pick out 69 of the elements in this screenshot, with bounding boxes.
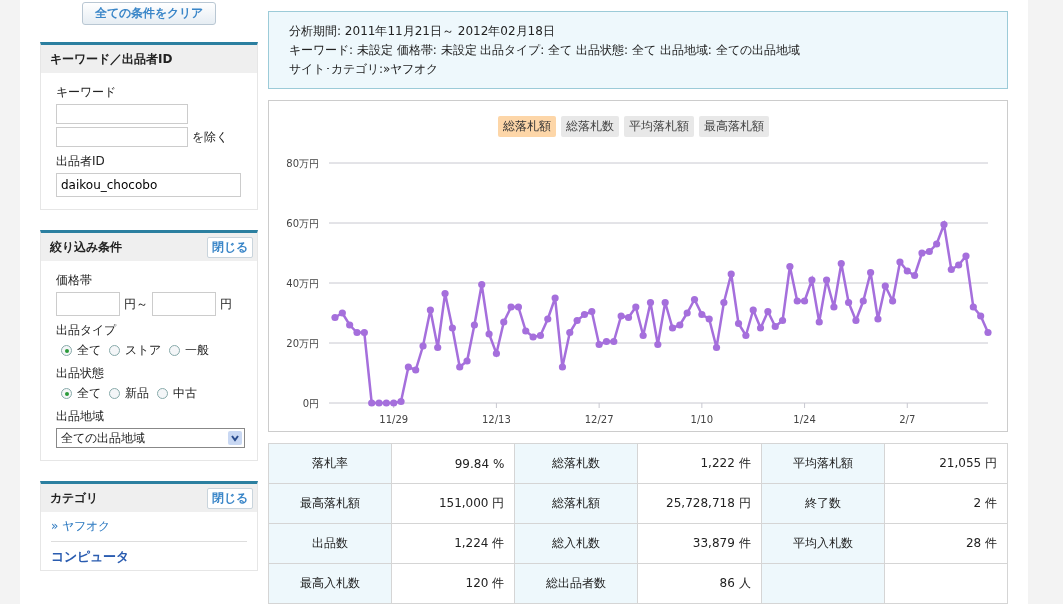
seller-id-field[interactable]: daikou_chocobo [56,173,241,197]
stat-label: 総出品者数 [514,563,638,604]
stat-value: 21,055 円 [884,443,1008,484]
y-axis-label: 80万円 [286,157,319,169]
stat-value: 120 件 [391,563,515,604]
keyword-field[interactable] [56,104,188,124]
y-axis-label: 40万円 [286,277,319,289]
radio-option[interactable]: 全て [61,342,101,359]
radio-option[interactable]: 新品 [109,385,149,402]
clear-all-button[interactable]: 全ての条件をクリア [82,2,216,25]
field-label: キーワード [56,84,117,101]
stat-label: 終了数 [761,483,885,524]
info-text: キーワード: 未設定 価格帯: 未設定 出品タイプ: 全て 出品状態: 全て 出品地域: 全ての出品地域 [289,42,801,59]
stat-label: 総入札数 [514,523,638,564]
stat-value: 2 件 [884,483,1008,524]
stat-label: 出品数 [268,523,392,564]
y-axis-label: 20万円 [286,337,319,349]
panel-title: カテゴリ [50,489,98,507]
x-axis-label: 11/29 [379,413,409,425]
panel-title: キーワード／出品者ID [50,50,173,68]
stat-label: 落札率 [268,443,392,484]
field-label: 価格帯 [56,272,93,289]
chart-tab[interactable]: 平均落札額 [623,115,694,137]
chart-tab[interactable]: 最高落札額 [698,115,769,137]
x-axis-label: 12/13 [482,413,511,425]
close-button[interactable]: 閉じる [207,487,253,509]
y-axis-label: 60万円 [286,217,319,229]
radio-option[interactable]: 一般 [169,342,209,359]
info-text: 分析期間: 2011年11月21日～ 2012年02月18日 [289,23,556,40]
chart-tab[interactable]: 総落札数 [560,115,619,137]
stat-value: 25,728,718 円 [637,483,762,524]
price-max-field[interactable] [152,292,216,316]
field-label: 出品地域 [56,408,105,425]
close-button[interactable]: 閉じる [207,236,253,258]
stat-value: 1,222 件 [637,443,762,484]
stat-label: 総落札数 [514,443,638,484]
radio-option[interactable]: ストア [109,342,161,359]
field-label: 出品者ID [56,153,106,170]
stat-value: 151,000 円 [391,483,515,524]
category-link[interactable]: コンピュータ [51,542,247,566]
unit-label: 円 [220,295,232,313]
category-link[interactable]: » ヤフオク [51,516,247,542]
stat-value: 33,879 件 [637,523,762,564]
stat-value: 99.84 % [391,443,515,484]
stat-value: 86 人 [637,563,762,604]
x-axis-label: 2/7 [899,413,916,425]
chart-tab[interactable]: 総落札額 [497,115,556,137]
stat-label: 平均入札数 [761,523,885,564]
radio-option[interactable]: 中古 [157,385,197,402]
stat-value: 1,224 件 [391,523,515,564]
region-select[interactable]: 全ての出品地域 [56,428,245,448]
field-label: を除く [192,128,228,146]
stat-label: 平均落札額 [761,443,885,484]
x-axis-label: 1/24 [793,413,816,425]
y-axis-label: 0円 [302,397,319,409]
stat-label: 最高落札額 [268,483,392,524]
radio-option[interactable]: 全て [61,385,101,402]
x-axis-label: 1/10 [690,413,714,425]
stat-label: 総落札額 [514,483,638,524]
exclude-field[interactable] [56,127,188,147]
field-label: 出品状態 [56,365,105,382]
stat-label: 最高入札数 [268,563,392,604]
stat-value: 28 件 [884,523,1008,564]
panel-title: 絞り込み条件 [50,238,122,256]
x-axis-label: 12/27 [584,413,614,425]
info-text: サイト･カテゴリ:»ヤフオク [289,61,440,78]
price-min-field[interactable] [56,292,120,316]
field-label: 出品タイプ [56,322,118,339]
unit-label: 円～ [124,295,148,313]
